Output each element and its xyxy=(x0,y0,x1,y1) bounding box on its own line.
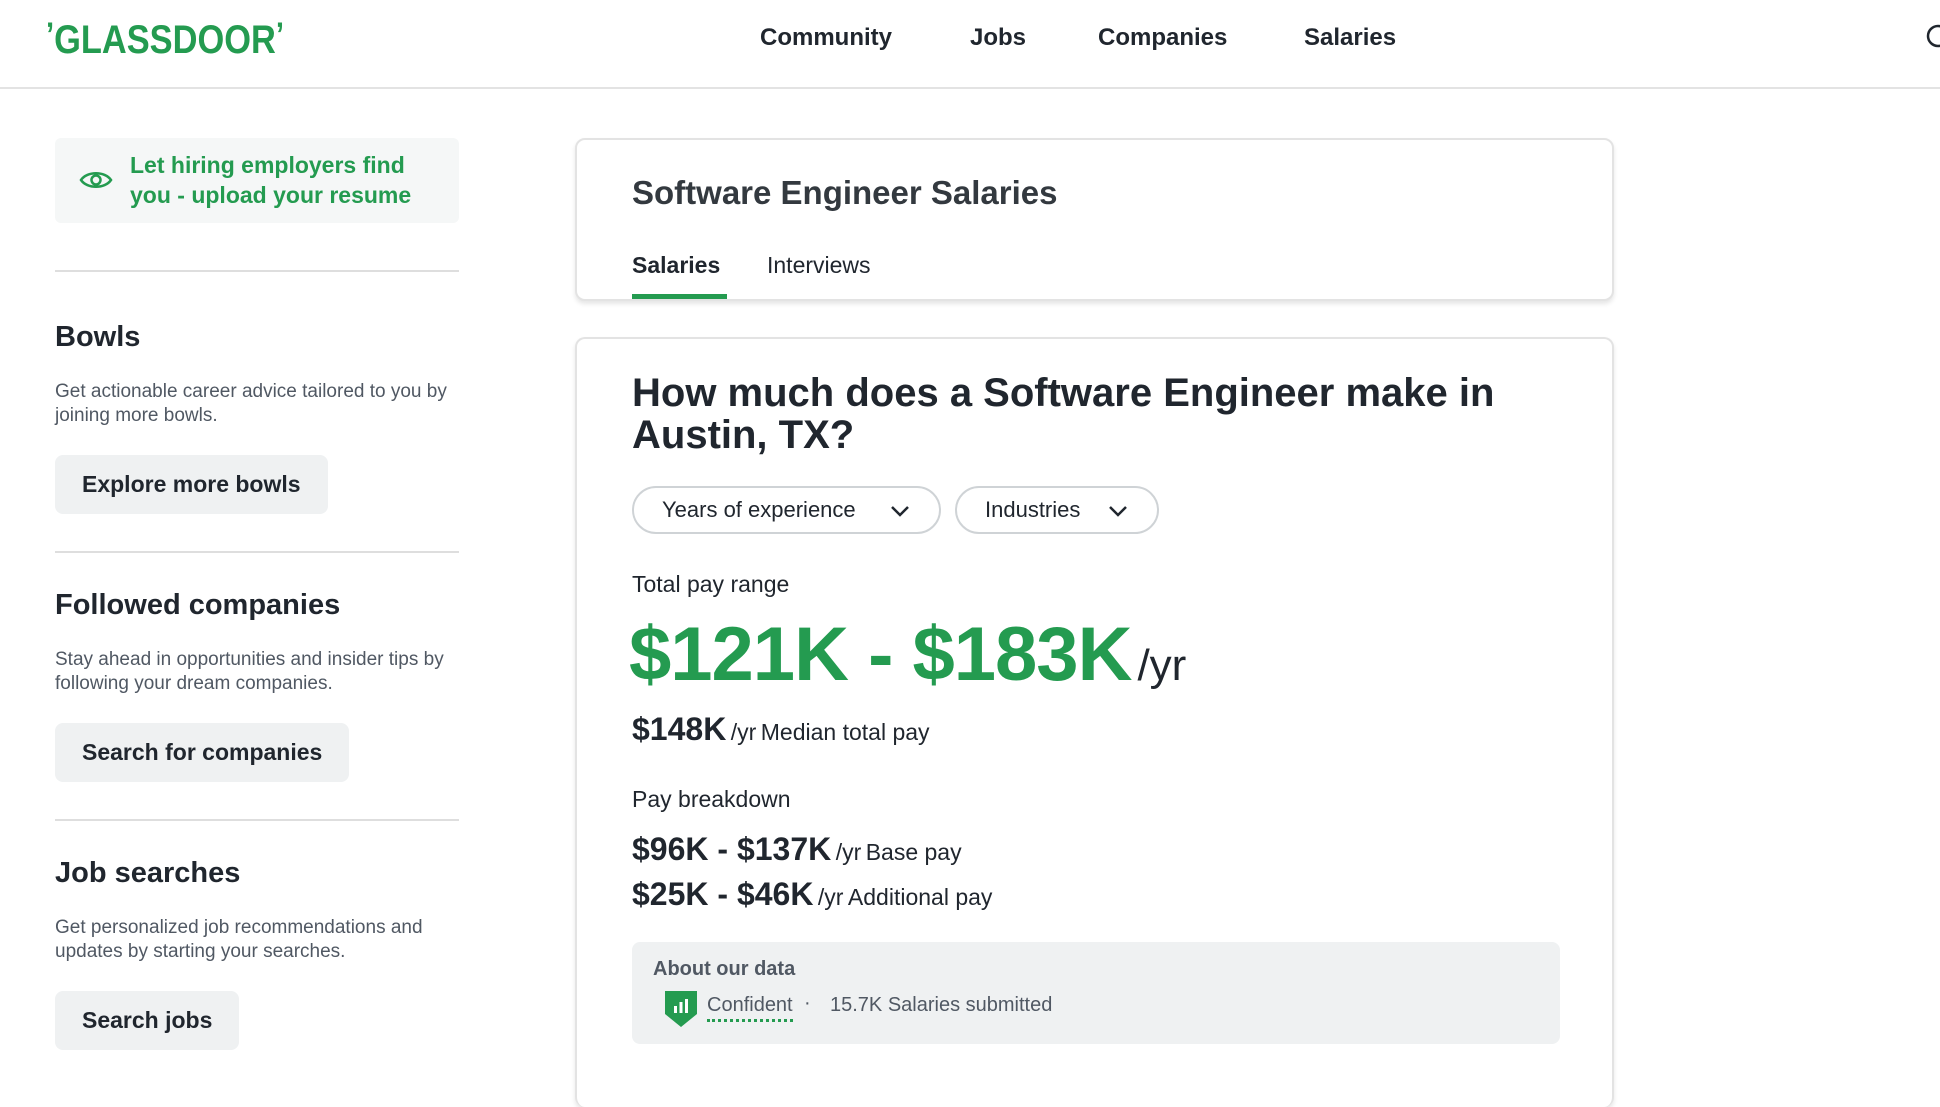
bowls-description: Get actionable career advice tailored to… xyxy=(55,381,447,426)
job-searches-description: Get personalized job recommendations and… xyxy=(55,917,423,962)
median-pay-value: $148K xyxy=(632,711,727,747)
chevron-down-icon xyxy=(891,506,909,517)
search-icon[interactable] xyxy=(1924,22,1940,50)
bowls-title: Bowls xyxy=(55,321,141,353)
upload-resume-text: Let hiring employers find you - upload y… xyxy=(130,152,412,208)
nav-companies[interactable]: Companies xyxy=(1098,22,1227,54)
tab-interviews[interactable]: Interviews xyxy=(767,252,871,279)
years-of-experience-filter[interactable]: Years of experience xyxy=(632,486,941,534)
search-jobs-button[interactable]: Search jobs xyxy=(55,991,240,1050)
search-companies-button[interactable]: Search for companies xyxy=(55,723,350,782)
confidence-level[interactable]: Confident xyxy=(707,994,793,1022)
salary-details-card: How much does a Software Engineer make i… xyxy=(575,337,1614,1107)
total-pay-range-value: $121K - $183K xyxy=(629,612,1132,697)
explore-bowls-button[interactable]: Explore more bowls xyxy=(55,455,328,514)
industries-filter[interactable]: Industries xyxy=(955,486,1159,534)
chevron-down-icon xyxy=(1109,506,1127,517)
nav-salaries[interactable]: Salaries xyxy=(1304,22,1396,54)
total-pay-range: $121K - $183K/yr xyxy=(629,611,1186,698)
active-tab-indicator xyxy=(632,294,727,299)
additional-pay-label: Additional pay xyxy=(847,884,993,910)
divider xyxy=(55,819,459,821)
about-our-data-box: About our data Confident · 15.7K Salarie… xyxy=(632,942,1560,1044)
divider xyxy=(55,270,459,272)
divider xyxy=(55,551,459,553)
job-searches-title: Job searches xyxy=(55,857,241,889)
base-pay-value: $96K - $137K xyxy=(632,831,832,867)
followed-companies-description: Stay ahead in opportunities and insider … xyxy=(55,649,444,694)
total-pay-label: Total pay range xyxy=(632,571,790,597)
tab-salaries[interactable]: Salaries xyxy=(632,252,720,279)
per-year-unit: /yr xyxy=(730,719,757,745)
top-navigation-bar: ’GLASSDOOR’ Community Jobs Companies Sal… xyxy=(0,0,1940,89)
per-year-unit: /yr xyxy=(1137,641,1187,690)
confidence-shield-icon xyxy=(665,991,697,1027)
filter-label: Years of experience xyxy=(662,497,856,522)
nav-jobs[interactable]: Jobs xyxy=(970,22,1026,54)
pay-breakdown-label: Pay breakdown xyxy=(632,786,791,812)
glassdoor-logo[interactable]: ’GLASSDOOR’ xyxy=(46,16,284,63)
eye-icon xyxy=(79,172,113,188)
base-pay-label: Base pay xyxy=(865,839,962,865)
salaries-submitted-count: 15.7K Salaries submitted xyxy=(830,994,1053,1016)
salary-header-card: Software Engineer Salaries Salaries Inte… xyxy=(575,138,1614,301)
upload-resume-prompt[interactable]: Let hiring employers find you - upload y… xyxy=(55,138,459,223)
base-pay-row: $96K - $137K /yr Base pay xyxy=(632,831,962,868)
additional-pay-row: $25K - $46K /yr Additional pay xyxy=(632,876,992,913)
page-title: Software Engineer Salaries xyxy=(632,174,1058,211)
about-data-title: About our data xyxy=(653,958,796,980)
separator-dot: · xyxy=(804,992,811,1014)
nav-community[interactable]: Community xyxy=(760,22,892,54)
median-pay: $148K /yr Median total pay xyxy=(632,711,930,748)
median-pay-label: Median total pay xyxy=(760,719,930,745)
salary-question-heading: How much does a Software Engineer make i… xyxy=(632,371,1495,457)
per-year-unit: /yr xyxy=(835,839,862,865)
filter-label: Industries xyxy=(985,497,1081,522)
additional-pay-value: $25K - $46K xyxy=(632,876,814,912)
followed-companies-title: Followed companies xyxy=(55,589,341,621)
per-year-unit: /yr xyxy=(817,884,844,910)
